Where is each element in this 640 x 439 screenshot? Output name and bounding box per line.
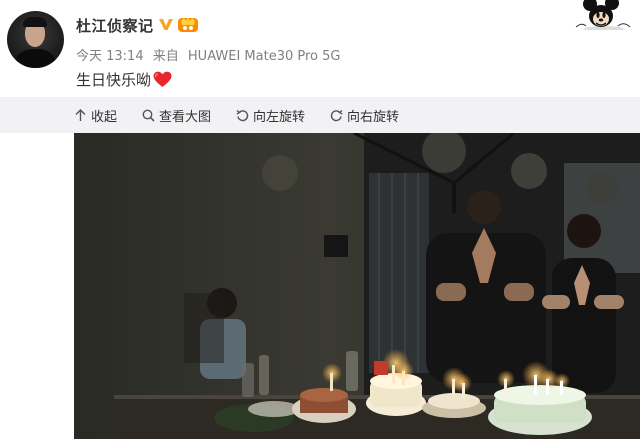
collapse-label: 收起 xyxy=(91,109,118,125)
rotate-left-label: 向左旋转 xyxy=(253,109,306,125)
magnifier-icon xyxy=(142,109,155,122)
member-level-icon[interactable] xyxy=(177,15,199,33)
source-device[interactable]: HUAWEI Mate30 Pro 5G xyxy=(188,49,341,64)
post-text: 生日快乐呦 xyxy=(76,71,152,89)
view-large-label: 查看大图 xyxy=(159,109,212,125)
rotate-right-button[interactable]: 向右旋转 xyxy=(330,97,399,133)
image-toolbar: 收起 查看大图 向左旋转 向右旋转 xyxy=(0,97,640,133)
collapse-button[interactable]: 收起 xyxy=(74,97,117,133)
arrow-up-icon xyxy=(75,108,86,121)
mickey-mouse-icon xyxy=(575,0,631,30)
view-large-button[interactable]: 查看大图 xyxy=(142,97,211,133)
rotate-left-button[interactable]: 向左旋转 xyxy=(236,97,305,133)
source-prefix: 来自 xyxy=(152,49,179,64)
heart-icon xyxy=(153,71,172,88)
post-meta: 今天 13:14 来自 HUAWEI Mate30 Pro 5G xyxy=(76,45,345,64)
weibo-post: 杜江侦察记 今天 13:14 来自 HUAWEI Mate30 Pro 5G 生… xyxy=(0,0,640,439)
post-photo[interactable] xyxy=(74,133,640,439)
rotate-left-icon xyxy=(236,109,249,121)
post-content: 生日快乐呦 xyxy=(76,69,172,90)
author-name[interactable]: 杜江侦察记 xyxy=(76,15,154,36)
birthday-photo-illustration xyxy=(74,133,640,439)
verified-icon xyxy=(159,19,173,30)
rotate-right-icon xyxy=(330,109,343,121)
post-time[interactable]: 今天 13:14 xyxy=(76,49,144,64)
rotate-right-label: 向右旋转 xyxy=(347,109,400,125)
author-avatar[interactable] xyxy=(7,11,64,68)
